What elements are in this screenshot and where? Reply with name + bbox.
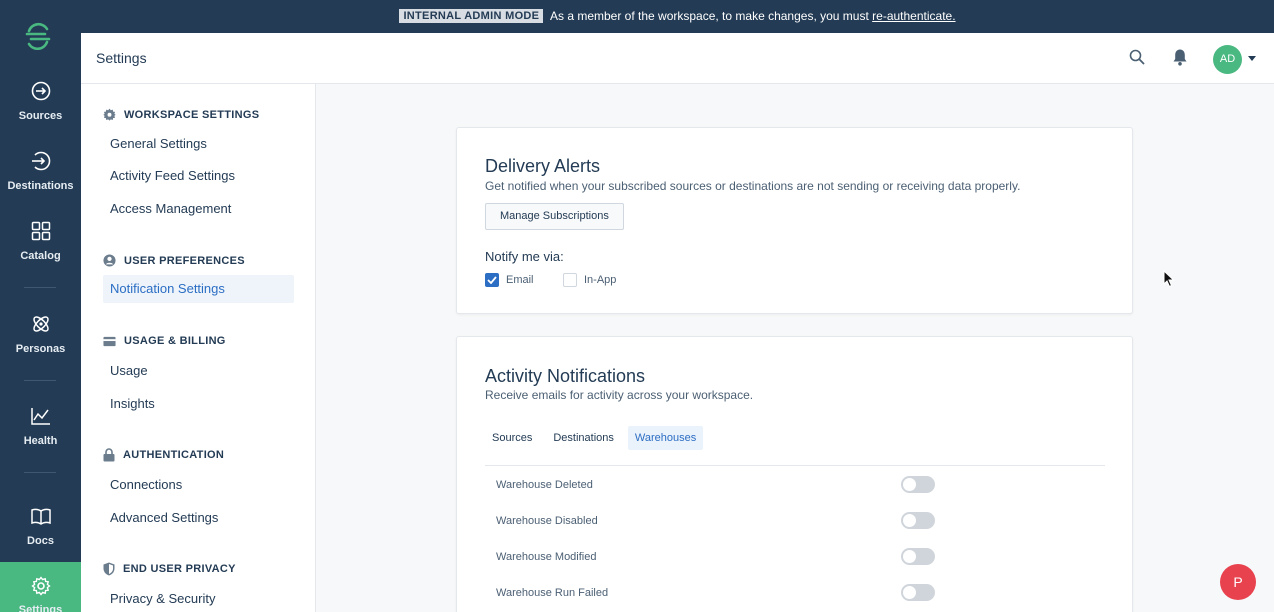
- admin-mode-banner: INTERNAL ADMIN MODE As a member of the w…: [81, 0, 1274, 33]
- rail-item-catalog[interactable]: Catalog: [0, 220, 81, 280]
- email-checkbox[interactable]: Email: [485, 273, 534, 287]
- mouse-cursor-icon: [1163, 270, 1175, 288]
- shield-icon: [103, 562, 115, 576]
- personas-icon: [32, 316, 49, 332]
- rail-label: Settings: [18, 604, 63, 612]
- warehouse-deleted-label: Warehouse Deleted: [496, 479, 593, 491]
- rail-item-personas[interactable]: Personas: [0, 313, 81, 373]
- section-usage-billing: USAGE & BILLING: [103, 335, 226, 347]
- section-title: AUTHENTICATION: [123, 449, 225, 461]
- section-authentication: AUTHENTICATION: [103, 448, 224, 462]
- help-chat-button[interactable]: P: [1220, 564, 1256, 600]
- gear-icon: [30, 576, 51, 596]
- sidebar-item-privacy-security[interactable]: Privacy & Security: [103, 585, 294, 612]
- rail-label: Destinations: [7, 180, 74, 192]
- rail-label: Catalog: [20, 250, 61, 262]
- section-workspace-settings: WORKSPACE SETTINGS: [103, 108, 259, 121]
- admin-mode-badge: INTERNAL ADMIN MODE: [399, 9, 544, 23]
- segment-logo-icon[interactable]: [23, 20, 53, 50]
- gear-icon: [103, 108, 116, 121]
- sidebar-item-notification-settings[interactable]: Notification Settings: [103, 275, 294, 303]
- section-title: USAGE & BILLING: [124, 335, 226, 347]
- tab-warehouses[interactable]: Warehouses: [627, 426, 704, 450]
- section-title: USER PREFERENCES: [124, 254, 245, 267]
- user-circle-icon: [103, 254, 116, 267]
- rail-item-docs[interactable]: Docs: [0, 505, 81, 565]
- lock-icon: [103, 448, 115, 462]
- sidebar-item-general-settings[interactable]: General Settings: [103, 130, 294, 158]
- banner-message: As a member of the workspace, to make ch…: [549, 9, 869, 23]
- tab-destinations[interactable]: Destinations: [546, 426, 621, 450]
- delivery-alerts-card: Delivery Alerts Get notified when your s…: [456, 127, 1133, 314]
- rail-label: Docs: [27, 535, 54, 547]
- docs-icon: [30, 508, 51, 525]
- section-title: WORKSPACE SETTINGS: [124, 108, 260, 121]
- manage-subscriptions-button[interactable]: Manage Subscriptions: [485, 203, 624, 230]
- activity-notifications-description: Receive emails for activity across your …: [485, 388, 754, 402]
- rail-divider: [24, 287, 56, 288]
- activity-tabs: Sources Destinations Warehouses: [485, 426, 710, 450]
- warehouse-disabled-toggle[interactable]: [901, 512, 935, 529]
- credit-card-icon: [103, 336, 116, 346]
- delivery-alerts-description: Get notified when your subscribed source…: [485, 179, 1021, 193]
- warehouse-run-failed-label: Warehouse Run Failed: [496, 587, 609, 599]
- warehouse-deleted-toggle[interactable]: [901, 476, 935, 493]
- sidebar-item-connections[interactable]: Connections: [103, 471, 294, 499]
- rail-label: Personas: [15, 343, 66, 355]
- sidebar-item-insights[interactable]: Insights: [103, 390, 294, 418]
- rail-divider: [24, 472, 56, 473]
- checkbox-unchecked-icon[interactable]: [563, 273, 577, 287]
- avatar[interactable]: AD: [1213, 45, 1242, 74]
- search-icon[interactable]: [1129, 49, 1145, 65]
- tab-sources[interactable]: Sources: [485, 426, 539, 450]
- section-end-user-privacy: END USER PRIVACY: [103, 562, 236, 576]
- app-rail: Sources Destinations Catalog Personas He…: [0, 0, 81, 612]
- rail-item-destinations[interactable]: Destinations: [0, 150, 81, 210]
- warehouse-disabled-label: Warehouse Disabled: [496, 515, 598, 527]
- section-user-preferences: USER PREFERENCES: [103, 254, 245, 267]
- checkbox-checked-icon[interactable]: [485, 273, 499, 287]
- toggle-knob: [903, 550, 916, 563]
- in-app-checkbox[interactable]: In-App: [563, 273, 616, 287]
- warehouse-modified-label: Warehouse Modified: [496, 551, 597, 563]
- settings-sidebar: WORKSPACE SETTINGS General Settings Acti…: [81, 84, 316, 612]
- warehouse-modified-toggle[interactable]: [901, 548, 935, 565]
- sidebar-item-access-management[interactable]: Access Management: [103, 195, 294, 223]
- rail-label: Sources: [18, 110, 63, 122]
- email-checkbox-label: Email: [506, 274, 534, 286]
- activity-notifications-title: Activity Notifications: [485, 366, 646, 386]
- catalog-icon: [31, 221, 50, 241]
- in-app-checkbox-label: In-App: [584, 274, 617, 286]
- rail-item-sources[interactable]: Sources: [0, 80, 81, 140]
- rail-item-settings[interactable]: Settings: [0, 562, 81, 612]
- warehouse-run-failed-toggle[interactable]: [901, 584, 935, 601]
- activity-notifications-card: Activity Notifications Receive emails fo…: [456, 336, 1133, 612]
- health-icon: [30, 408, 50, 425]
- section-title: END USER PRIVACY: [123, 563, 236, 575]
- page-header: Settings AD: [81, 33, 1274, 84]
- rail-label: Health: [23, 435, 58, 447]
- toggle-knob: [903, 478, 916, 491]
- delivery-alerts-title: Delivery Alerts: [485, 156, 601, 176]
- bell-icon[interactable]: [1172, 48, 1188, 66]
- chevron-down-icon[interactable]: [1248, 56, 1256, 61]
- page-title: Settings: [96, 50, 147, 66]
- sidebar-item-activity-feed-settings[interactable]: Activity Feed Settings: [103, 162, 294, 190]
- rail-item-health[interactable]: Health: [0, 405, 81, 465]
- sidebar-item-usage[interactable]: Usage: [103, 357, 294, 385]
- sources-icon: [31, 81, 50, 101]
- notify-via-label: Notify me via:: [485, 249, 564, 264]
- sidebar-item-advanced-settings[interactable]: Advanced Settings: [103, 504, 294, 532]
- rail-divider: [24, 380, 56, 381]
- tabs-divider: [485, 465, 1105, 466]
- reauthenticate-link[interactable]: re-authenticate.: [872, 9, 955, 23]
- destinations-icon: [31, 151, 50, 171]
- toggle-knob: [903, 586, 916, 599]
- toggle-knob: [903, 514, 916, 527]
